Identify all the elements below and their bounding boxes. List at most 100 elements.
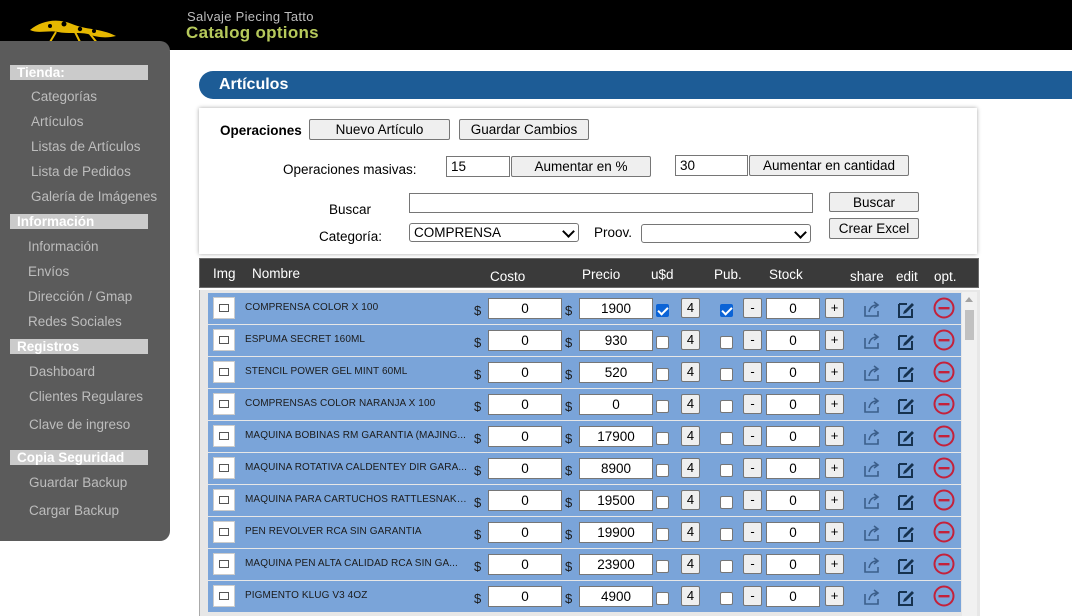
- share-icon[interactable]: [862, 331, 882, 351]
- cost-input[interactable]: 0: [488, 426, 562, 447]
- stock-input[interactable]: 0: [766, 490, 820, 511]
- cost-input[interactable]: 0: [488, 586, 562, 607]
- stock-decrease-button[interactable]: -: [743, 458, 762, 478]
- stock-decrease-button[interactable]: -: [743, 394, 762, 414]
- product-image-icon[interactable]: [213, 521, 235, 543]
- sidebar-item-lista-pedidos[interactable]: Lista de Pedidos: [31, 164, 131, 179]
- price-input[interactable]: 1900: [579, 298, 653, 319]
- edit-icon[interactable]: [896, 395, 916, 415]
- stock-increase-button[interactable]: +: [825, 458, 844, 478]
- publish-checkbox[interactable]: [720, 304, 733, 317]
- usd-checkbox[interactable]: [656, 400, 669, 413]
- stock-increase-button[interactable]: +: [825, 426, 844, 446]
- cost-input[interactable]: 0: [488, 522, 562, 543]
- cost-input[interactable]: 0: [488, 394, 562, 415]
- stock-increase-button[interactable]: +: [825, 554, 844, 574]
- scroll-up-arrow-icon[interactable]: [965, 297, 973, 302]
- quantity-step-button[interactable]: 4: [681, 522, 700, 542]
- stock-input[interactable]: 0: [766, 522, 820, 543]
- product-image-icon[interactable]: [213, 361, 235, 383]
- share-icon[interactable]: [862, 491, 882, 511]
- delete-icon[interactable]: [933, 585, 955, 607]
- edit-icon[interactable]: [896, 523, 916, 543]
- category-select[interactable]: COMPRENSA: [409, 223, 579, 242]
- delete-icon[interactable]: [933, 489, 955, 511]
- stock-decrease-button[interactable]: -: [743, 330, 762, 350]
- price-input[interactable]: 0: [579, 394, 653, 415]
- publish-checkbox[interactable]: [720, 496, 733, 509]
- cost-input[interactable]: 0: [488, 298, 562, 319]
- increase-amount-button[interactable]: Aumentar en cantidad: [749, 155, 909, 176]
- stock-decrease-button[interactable]: -: [743, 426, 762, 446]
- cost-input[interactable]: 0: [488, 554, 562, 575]
- usd-checkbox[interactable]: [656, 496, 669, 509]
- stock-input[interactable]: 0: [766, 362, 820, 383]
- cost-input[interactable]: 0: [488, 458, 562, 479]
- usd-checkbox[interactable]: [656, 368, 669, 381]
- stock-increase-button[interactable]: +: [825, 394, 844, 414]
- delete-icon[interactable]: [933, 361, 955, 383]
- usd-checkbox[interactable]: [656, 560, 669, 573]
- stock-input[interactable]: 0: [766, 586, 820, 607]
- product-image-icon[interactable]: [213, 585, 235, 607]
- product-image-icon[interactable]: [213, 425, 235, 447]
- stock-increase-button[interactable]: +: [825, 330, 844, 350]
- usd-checkbox[interactable]: [656, 528, 669, 541]
- stock-input[interactable]: 0: [766, 426, 820, 447]
- cost-input[interactable]: 0: [488, 362, 562, 383]
- quantity-step-button[interactable]: 4: [681, 394, 700, 414]
- product-image-icon[interactable]: [213, 553, 235, 575]
- save-changes-button[interactable]: Guardar Cambios: [459, 119, 589, 140]
- delete-icon[interactable]: [933, 425, 955, 447]
- product-image-icon[interactable]: [213, 297, 235, 319]
- publish-checkbox[interactable]: [720, 336, 733, 349]
- sidebar-item-clientes[interactable]: Clientes Regulares: [29, 389, 143, 404]
- table-scrollbar[interactable]: [962, 292, 977, 616]
- stock-input[interactable]: 0: [766, 554, 820, 575]
- sidebar-item-direccion[interactable]: Dirección / Gmap: [28, 289, 132, 304]
- share-icon[interactable]: [862, 555, 882, 575]
- amount-input[interactable]: 30: [675, 155, 748, 176]
- share-icon[interactable]: [862, 395, 882, 415]
- sidebar-item-listas-articulos[interactable]: Listas de Artículos: [31, 139, 141, 154]
- stock-increase-button[interactable]: +: [825, 298, 844, 318]
- stock-input[interactable]: 0: [766, 458, 820, 479]
- publish-checkbox[interactable]: [720, 400, 733, 413]
- stock-decrease-button[interactable]: -: [743, 490, 762, 510]
- quantity-step-button[interactable]: 4: [681, 426, 700, 446]
- stock-decrease-button[interactable]: -: [743, 586, 762, 606]
- quantity-step-button[interactable]: 4: [681, 554, 700, 574]
- create-excel-button[interactable]: Crear Excel: [829, 218, 919, 239]
- delete-icon[interactable]: [933, 521, 955, 543]
- share-icon[interactable]: [862, 587, 882, 607]
- edit-icon[interactable]: [896, 427, 916, 447]
- sidebar-item-guardar-backup[interactable]: Guardar Backup: [29, 475, 127, 490]
- stock-increase-button[interactable]: +: [825, 522, 844, 542]
- increase-percent-button[interactable]: Aumentar en %: [511, 156, 651, 177]
- quantity-step-button[interactable]: 4: [681, 490, 700, 510]
- usd-checkbox[interactable]: [656, 464, 669, 477]
- sidebar-item-informacion[interactable]: Información: [28, 239, 99, 254]
- sidebar-item-clave[interactable]: Clave de ingreso: [29, 417, 130, 432]
- stock-decrease-button[interactable]: -: [743, 362, 762, 382]
- edit-icon[interactable]: [896, 491, 916, 511]
- cost-input[interactable]: 0: [488, 490, 562, 511]
- usd-checkbox[interactable]: [656, 432, 669, 445]
- sidebar-item-categorias[interactable]: Categorías: [31, 89, 97, 104]
- delete-icon[interactable]: [933, 553, 955, 575]
- sidebar-item-articulos[interactable]: Artículos: [31, 114, 84, 129]
- stock-decrease-button[interactable]: -: [743, 554, 762, 574]
- sidebar-item-galeria[interactable]: Galería de Imágenes: [31, 189, 157, 204]
- price-input[interactable]: 19500: [579, 490, 653, 511]
- share-icon[interactable]: [862, 523, 882, 543]
- quantity-step-button[interactable]: 4: [681, 330, 700, 350]
- publish-checkbox[interactable]: [720, 368, 733, 381]
- product-image-icon[interactable]: [213, 329, 235, 351]
- stock-decrease-button[interactable]: -: [743, 522, 762, 542]
- share-icon[interactable]: [862, 363, 882, 383]
- new-article-button[interactable]: Nuevo Artículo: [309, 119, 450, 140]
- stock-increase-button[interactable]: +: [825, 490, 844, 510]
- edit-icon[interactable]: [896, 587, 916, 607]
- search-input[interactable]: [409, 193, 813, 213]
- usd-checkbox[interactable]: [656, 336, 669, 349]
